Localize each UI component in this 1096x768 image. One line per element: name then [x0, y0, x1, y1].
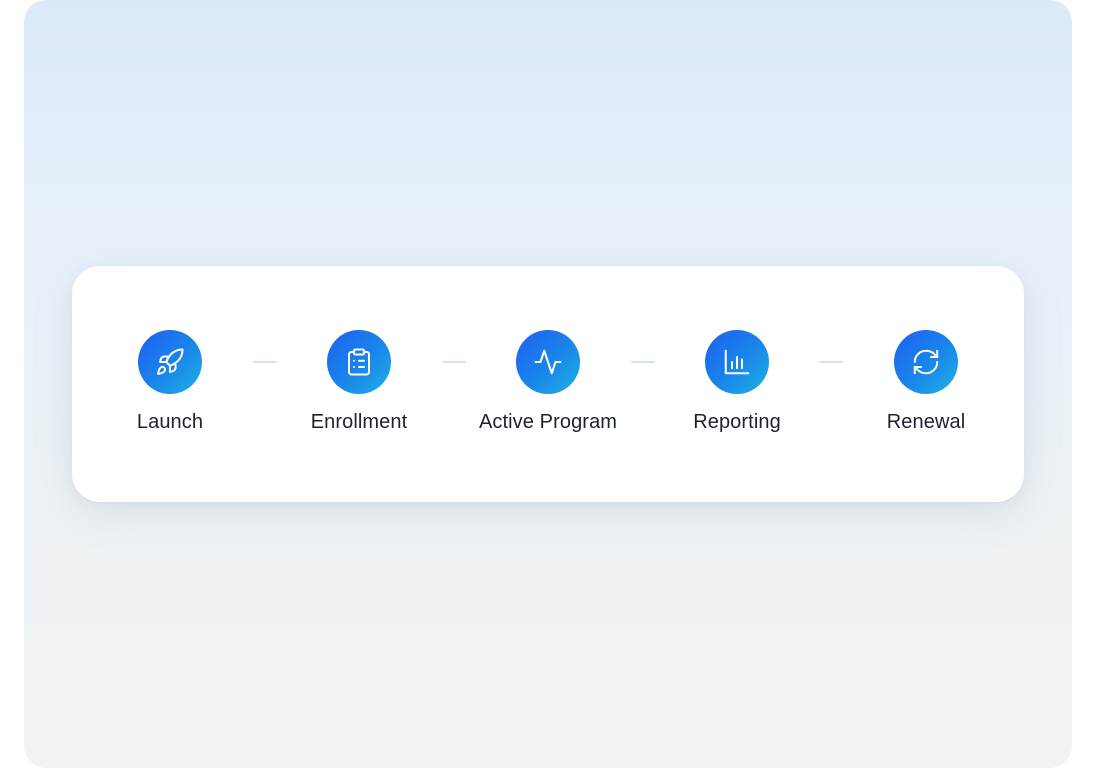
refresh-icon — [913, 349, 939, 375]
step-icon-badge — [327, 330, 391, 394]
process-flow-card: Launch Enrollment Active Program Reporti… — [72, 266, 1024, 502]
step-renewal: Renewal — [836, 330, 1016, 434]
step-launch: Launch — [80, 330, 260, 434]
activity-pulse-icon — [534, 349, 562, 375]
step-icon-badge — [705, 330, 769, 394]
step-icon-badge — [138, 330, 202, 394]
rocket-icon — [157, 348, 184, 375]
step-enrollment: Enrollment — [269, 330, 449, 434]
step-icon-badge — [894, 330, 958, 394]
step-label: Reporting — [693, 411, 781, 433]
step-label: Renewal — [886, 411, 966, 433]
step-label: Active Program — [478, 411, 618, 433]
step-reporting: Reporting — [647, 330, 827, 434]
bar-chart-icon — [724, 349, 750, 375]
step-label: Launch — [136, 411, 204, 433]
step-active-program: Active Program — [458, 330, 638, 434]
clipboard-list-icon — [348, 348, 370, 376]
step-icon-badge — [516, 330, 580, 394]
step-label: Enrollment — [310, 411, 408, 433]
